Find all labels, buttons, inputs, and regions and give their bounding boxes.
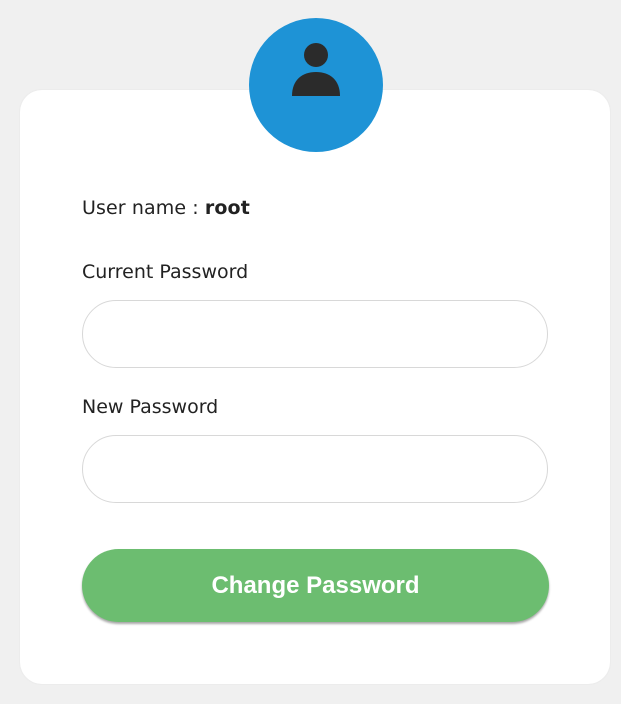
current-password-label: Current Password xyxy=(82,261,249,283)
current-password-input[interactable] xyxy=(82,300,548,368)
username-label: User name : xyxy=(82,197,205,219)
change-password-button[interactable]: Change Password xyxy=(82,549,549,622)
new-password-label: New Password xyxy=(82,396,219,418)
avatar xyxy=(249,18,383,152)
username-value: root xyxy=(204,197,250,219)
username-line: User name : root xyxy=(82,197,250,219)
user-icon xyxy=(292,43,340,96)
new-password-input[interactable] xyxy=(82,435,548,503)
